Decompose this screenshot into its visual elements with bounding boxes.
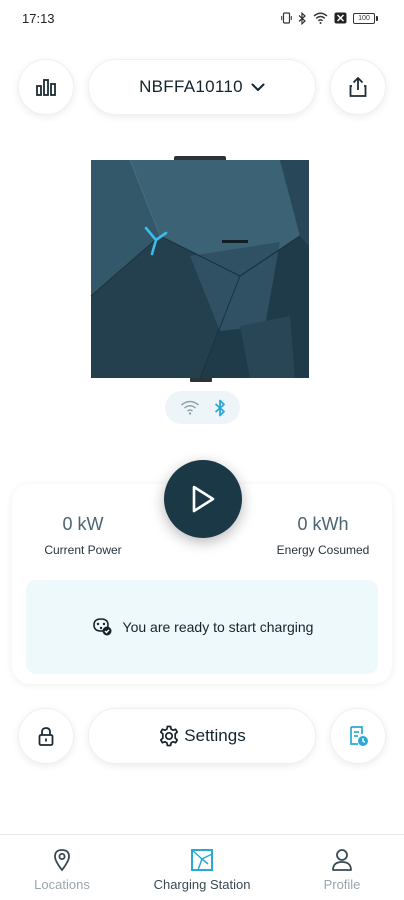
wifi-icon <box>180 400 199 415</box>
status-bar: 17:13 100 <box>0 0 404 36</box>
nosim-status-icon <box>334 12 347 24</box>
charger-image <box>90 156 310 382</box>
play-icon <box>192 485 215 513</box>
charging-station-icon <box>191 849 213 871</box>
schedule-list-icon <box>350 726 368 746</box>
charging-status-box: You are ready to start charging <box>26 580 378 674</box>
nav-label-charging-station: Charging Station <box>153 877 251 892</box>
battery-level: 100 <box>353 12 375 24</box>
bluetooth-status-icon <box>298 11 306 25</box>
statistics-button[interactable] <box>18 59 74 115</box>
share-button[interactable] <box>330 59 386 115</box>
device-selector[interactable]: NBFFA10110 <box>88 59 316 115</box>
share-icon <box>349 77 367 97</box>
nav-label-profile: Profile <box>323 877 361 892</box>
nav-label-locations: Locations <box>34 877 90 892</box>
battery-icon: 100 <box>353 12 378 24</box>
nav-item-locations[interactable]: Locations <box>20 847 104 892</box>
wifi-status-icon <box>313 12 328 24</box>
vibrate-icon <box>281 12 292 24</box>
location-pin-icon <box>54 849 70 872</box>
lock-icon <box>38 727 54 746</box>
nav-item-profile[interactable]: Profile <box>302 847 382 892</box>
chevron-down-icon <box>251 83 265 91</box>
status-time: 17:13 <box>22 10 55 26</box>
current-power-value: 0 kW <box>62 514 104 534</box>
ev-plug-check-icon <box>92 618 112 636</box>
bluetooth-icon <box>214 399 225 416</box>
connectivity-status <box>165 391 240 424</box>
charging-status-text: You are ready to start charging <box>122 619 314 635</box>
current-power-label: Current Power <box>44 543 122 557</box>
schedule-button[interactable] <box>330 708 386 764</box>
energy-consumed-value: 0 kWh <box>297 514 349 534</box>
energy-consumed-metric: 0 kWh Energy Cosumed <box>268 514 378 557</box>
gear-icon <box>158 725 180 747</box>
energy-consumed-label: Energy Cosumed <box>276 543 370 557</box>
status-icons: 100 <box>281 11 378 25</box>
bar-chart-icon <box>36 79 56 96</box>
start-charging-button[interactable] <box>164 460 242 538</box>
lock-button[interactable] <box>18 708 74 764</box>
nav-item-charging-station[interactable]: Charging Station <box>142 847 262 892</box>
settings-button[interactable]: Settings <box>88 708 316 764</box>
person-icon <box>332 849 352 871</box>
device-name: NBFFA10110 <box>139 77 243 96</box>
current-power-metric: 0 kW Current Power <box>28 514 138 557</box>
bottom-navigation: Locations Charging Station Profile <box>0 834 404 900</box>
settings-label: Settings <box>184 726 246 745</box>
